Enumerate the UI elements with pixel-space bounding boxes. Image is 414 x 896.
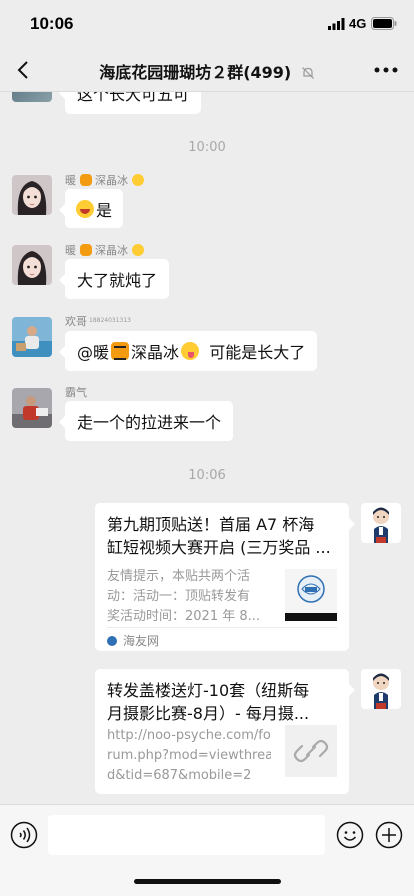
status-bar: 10:06 4G [0,0,414,48]
sender-name: 霸气 [65,386,87,399]
link-card-title: 第九期顶贴送！首届 A7 杯海 缸短视频大赛开启 (三万奖品 ... [107,515,331,557]
voice-button[interactable] [10,821,38,849]
avatar[interactable] [12,317,52,357]
message-bubble[interactable]: 大了就炖了 [58,259,170,299]
avatar[interactable] [12,92,52,102]
time-separator: 10:06 [188,468,226,483]
link-card-title: 转发盖楼送灯-10套（纽斯每 月摄影比赛-8月）- 每月摄... [107,681,310,723]
avatar[interactable] [12,245,52,285]
laughing-emoji-icon [76,199,94,218]
battery-icon [371,17,397,30]
tiger-emoji-icon [79,244,92,256]
message-text: 这个长大可五可 [77,92,190,104]
home-indicator [134,879,281,884]
link-card-source-name: 海友网 [123,634,160,648]
link-card-url: http://noo-psyche.com/fo rum.php?mod=vie… [107,728,271,783]
tongue-emoji-icon [131,244,144,256]
link-card[interactable]: 转发盖楼送灯-10套（纽斯每 月摄影比赛-8月）- 每月摄... http://… [95,669,355,794]
tongue-emoji-icon [131,174,144,186]
mention-text: @暖 [77,343,110,362]
status-time: 10:06 [30,14,74,33]
avatar[interactable] [361,669,401,709]
message-bubble[interactable]: 这个长大可五可 [58,92,202,114]
avatar[interactable] [12,175,52,215]
mention-name: 深晶冰 [131,343,180,362]
more-button[interactable] [372,60,400,80]
message-text: 大了就炖了 [77,271,158,290]
avatar[interactable] [361,503,401,543]
message-bubble[interactable]: 走一个的拉进来一个 [58,401,234,441]
time-separator: 10:00 [188,140,226,155]
sender-name: 欢哥 18824031313 [65,315,131,328]
link-icon [285,725,337,777]
tongue-emoji-icon [181,342,200,360]
tiger-emoji-icon [79,174,92,186]
link-card-source: 海友网 [107,632,159,649]
signal-icon [328,18,345,30]
source-logo-icon [107,635,117,646]
message-list[interactable]: 这个长大可五可 10:00 暖 深晶冰 是 暖 深晶冰 大了就炖了 欢哥 188… [0,92,414,804]
avatar[interactable] [12,388,52,428]
chat-header: 海底花园珊瑚坊２群(499) [0,48,414,92]
plus-button[interactable] [375,821,403,849]
chat-title: 海底花园珊瑚坊２群(499) [0,59,414,83]
message-text: 可能是长大了 [199,343,306,362]
link-card-divider [107,627,337,628]
link-card[interactable]: 第九期顶贴送！首届 A7 杯海 缸短视频大赛开启 (三万奖品 ... 友情提示，… [95,503,355,651]
network-label: 4G [349,16,367,31]
link-card-description: 友情提示，本贴共两个活 动：活动一：顶贴转发有 奖活动时间：2021 年 8..… [107,569,261,624]
message-bubble[interactable]: 是 [58,189,124,228]
emoji-button[interactable] [336,821,364,849]
chat-title-text: 海底花园珊瑚坊２群(499) [99,63,292,82]
message-input[interactable] [48,815,325,855]
sender-name: 暖 深晶冰 [65,172,144,188]
message-text: 是 [96,200,113,220]
link-card-thumbnail [285,569,337,621]
message-bubble[interactable]: @暖 深晶冰 可能是长大了 [58,331,318,371]
tiger-emoji-icon [111,342,130,360]
sender-name: 暖 深晶冰 [65,242,144,258]
message-text: 走一个的拉进来一个 [77,413,222,432]
mute-bell-icon [301,67,314,79]
